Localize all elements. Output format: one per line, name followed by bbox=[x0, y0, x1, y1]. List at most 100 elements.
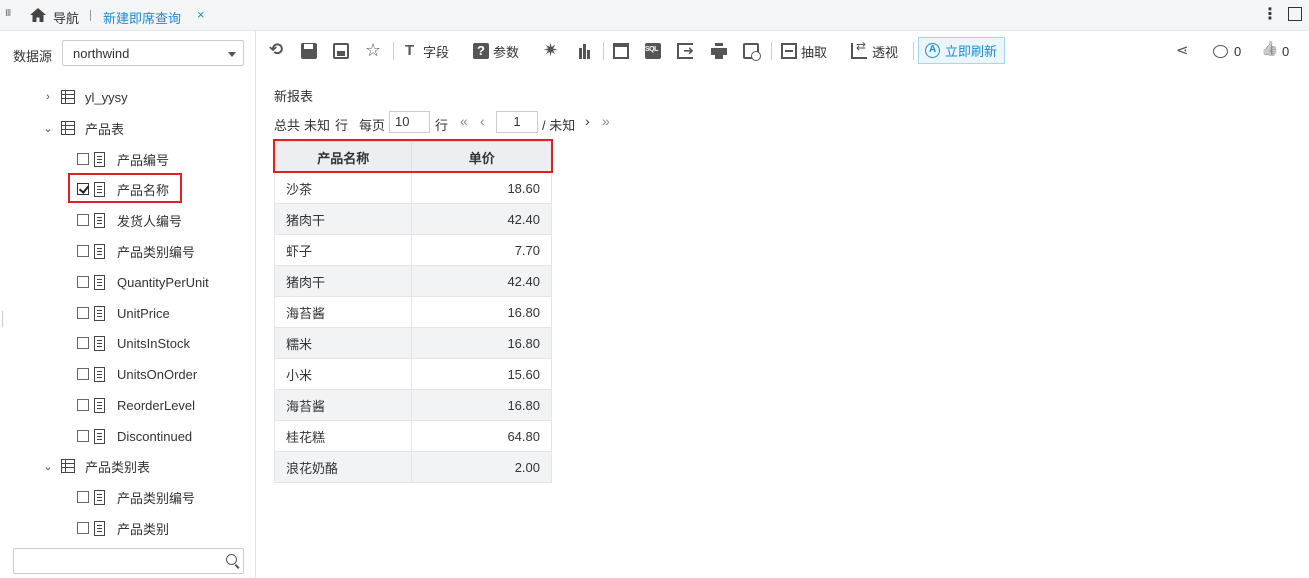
checkbox[interactable] bbox=[77, 307, 89, 319]
tree-table-node[interactable]: ⌄ 产品表 bbox=[41, 117, 124, 139]
pivot-button[interactable]: 透视 bbox=[851, 39, 899, 61]
unit-price-cell[interactable]: 15.60 bbox=[411, 358, 552, 390]
tree-field-node[interactable]: QuantityPerUnit bbox=[77, 271, 209, 293]
tree-field-node[interactable]: 产品类别 bbox=[77, 517, 169, 539]
close-tab-icon[interactable]: × bbox=[197, 7, 205, 22]
more-vertical-icon[interactable]: ⋮ bbox=[1262, 4, 1278, 24]
unit-price-cell[interactable]: 42.40 bbox=[411, 265, 552, 297]
unit-price-cell[interactable]: 18.60 bbox=[411, 172, 552, 204]
pivot-button-label: 透视 bbox=[872, 44, 899, 60]
chevron-right-icon[interactable]: › bbox=[41, 91, 55, 103]
first-page-icon[interactable]: « bbox=[460, 113, 468, 129]
field-icon bbox=[94, 274, 105, 290]
product-name-cell[interactable]: 小米 bbox=[273, 358, 413, 390]
chart-button[interactable] bbox=[577, 41, 593, 61]
tree-field-node[interactable]: 产品类别编号 bbox=[77, 240, 195, 262]
checkbox[interactable] bbox=[77, 491, 89, 503]
home-icon[interactable] bbox=[29, 6, 47, 24]
top-tab-bar: III 导航 新建即席查询 × ⋮ bbox=[0, 0, 1309, 31]
comment-button[interactable]: 0 bbox=[1213, 41, 1241, 61]
unit-price-cell[interactable]: 7.70 bbox=[411, 234, 552, 266]
product-name-cell[interactable]: 虾子 bbox=[273, 234, 413, 266]
panel-splitter[interactable] bbox=[2, 311, 3, 327]
like-button[interactable]: 0 bbox=[1261, 41, 1289, 61]
checkbox-checked[interactable] bbox=[77, 183, 89, 195]
tree-field-node[interactable]: UnitsInStock bbox=[77, 332, 190, 354]
tree-field-node[interactable]: ReorderLevel bbox=[77, 394, 195, 416]
chevron-down-icon[interactable]: ⌄ bbox=[41, 122, 55, 135]
unit-price-cell[interactable]: 16.80 bbox=[411, 389, 552, 421]
save-button[interactable] bbox=[301, 41, 317, 61]
datasource-select[interactable]: northwind bbox=[62, 40, 244, 66]
checkbox[interactable] bbox=[77, 430, 89, 442]
checkbox[interactable] bbox=[77, 153, 89, 165]
print-button[interactable] bbox=[711, 41, 727, 61]
tab-new-adhoc-query[interactable]: 新建即席查询 bbox=[103, 8, 181, 27]
product-name-cell[interactable]: 海苔酱 bbox=[273, 389, 413, 421]
product-name-cell[interactable]: 浪花奶酪 bbox=[273, 451, 413, 483]
checkbox[interactable] bbox=[77, 522, 89, 534]
favorite-button[interactable] bbox=[365, 40, 381, 61]
unit-price-cell[interactable]: 42.40 bbox=[411, 203, 552, 235]
column-header[interactable]: 单价 bbox=[411, 141, 552, 173]
gear-icon bbox=[543, 40, 559, 61]
tree-node-label: 产品表 bbox=[85, 121, 125, 137]
prev-page-icon[interactable]: ‹ bbox=[480, 113, 485, 129]
fields-button[interactable]: 字段 bbox=[403, 41, 449, 61]
table-row: 海苔酱 16.80 bbox=[273, 296, 552, 328]
schedule-button[interactable] bbox=[743, 41, 761, 61]
product-name-cell[interactable]: 桂花糕 bbox=[273, 420, 413, 452]
last-page-icon[interactable]: » bbox=[602, 113, 610, 129]
chevron-down-icon[interactable]: ⌄ bbox=[41, 460, 55, 473]
checkbox[interactable] bbox=[77, 276, 89, 288]
unit-price-cell[interactable]: 64.80 bbox=[411, 420, 552, 452]
product-name-cell[interactable]: 猪肉干 bbox=[273, 203, 413, 235]
per-page-input[interactable]: 10 bbox=[389, 111, 430, 133]
export-button[interactable] bbox=[677, 41, 694, 61]
sidebar-toggle-icon[interactable]: III bbox=[5, 8, 11, 19]
checkbox[interactable] bbox=[77, 337, 89, 349]
tree-field-node[interactable]: 产品编号 bbox=[77, 148, 169, 170]
params-button[interactable]: 参数 bbox=[473, 41, 519, 61]
tree-field-node[interactable]: Discontinued bbox=[77, 425, 192, 447]
tree-field-node[interactable]: UnitPrice bbox=[77, 302, 170, 324]
product-name-cell[interactable]: 糯米 bbox=[273, 327, 413, 359]
unit-price-cell[interactable]: 16.80 bbox=[411, 327, 552, 359]
nav-tab-label[interactable]: 导航 bbox=[53, 8, 79, 27]
extract-button[interactable]: 抽取 bbox=[781, 41, 827, 61]
tree-field-node[interactable]: UnitsOnOrder bbox=[77, 363, 197, 385]
column-header[interactable]: 产品名称 bbox=[273, 141, 413, 173]
refresh-now-label: 立即刷新 bbox=[945, 44, 998, 59]
checkbox[interactable] bbox=[77, 245, 89, 257]
field-search-input[interactable] bbox=[13, 548, 244, 574]
maximize-icon[interactable] bbox=[1288, 7, 1302, 21]
unit-price-cell[interactable]: 16.80 bbox=[411, 296, 552, 328]
checkbox[interactable] bbox=[77, 368, 89, 380]
current-page-input[interactable]: 1 bbox=[496, 111, 538, 133]
tree-field-node[interactable]: 产品类别编号 bbox=[77, 486, 195, 508]
tree-table-node[interactable]: › yl_yysy bbox=[41, 86, 128, 108]
tree-field-node[interactable]: 产品名称 bbox=[77, 178, 169, 200]
next-page-icon[interactable]: › bbox=[585, 113, 590, 129]
save-as-button[interactable] bbox=[333, 41, 349, 61]
tree-node-label: yl_yysy bbox=[85, 89, 128, 105]
refresh-now-button[interactable]: 立即刷新 bbox=[918, 37, 1005, 64]
tree-field-node[interactable]: 发货人编号 bbox=[77, 209, 182, 231]
share-button[interactable] bbox=[1176, 41, 1192, 61]
layout-button[interactable] bbox=[613, 41, 629, 61]
checkbox[interactable] bbox=[77, 399, 89, 411]
sql-button[interactable] bbox=[645, 41, 661, 61]
field-icon bbox=[94, 305, 105, 321]
settings-button[interactable] bbox=[543, 40, 559, 61]
unit-price-cell[interactable]: 2.00 bbox=[411, 451, 552, 483]
product-name-cell[interactable]: 沙茶 bbox=[273, 172, 413, 204]
product-name-cell[interactable]: 猪肉干 bbox=[273, 265, 413, 297]
sql-icon bbox=[645, 43, 661, 59]
tree-table-node[interactable]: ⌄ 产品类别表 bbox=[41, 455, 150, 477]
search-icon[interactable] bbox=[226, 554, 237, 565]
chevron-down-icon bbox=[228, 52, 236, 57]
checkbox[interactable] bbox=[77, 214, 89, 226]
product-name-cell[interactable]: 海苔酱 bbox=[273, 296, 413, 328]
toolbar-separator bbox=[603, 42, 604, 60]
refresh-button[interactable] bbox=[269, 40, 285, 61]
